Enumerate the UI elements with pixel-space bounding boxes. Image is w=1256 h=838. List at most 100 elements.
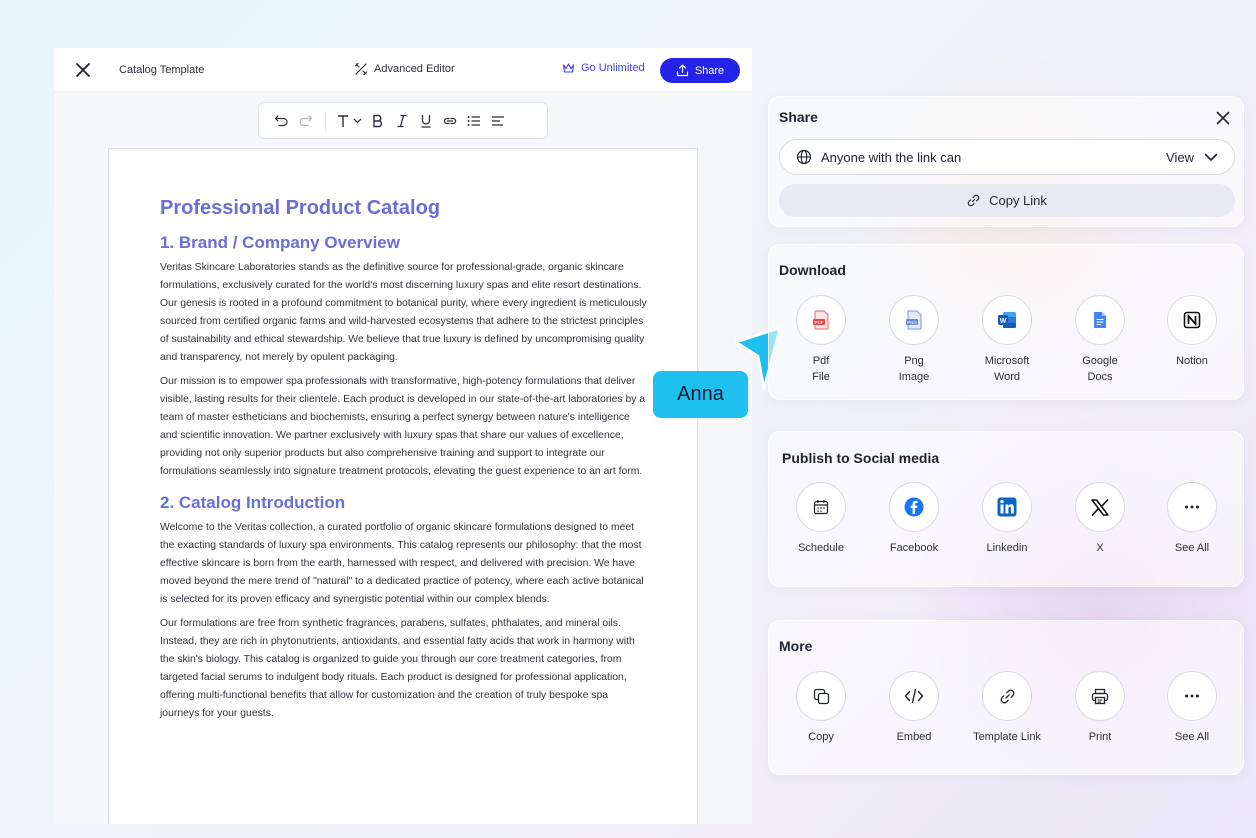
document-page[interactable]: Professional Product Catalog 1. Brand / … xyxy=(108,148,698,824)
embed-circle xyxy=(889,671,939,721)
undo-icon xyxy=(274,115,288,127)
text-style-dropdown[interactable] xyxy=(334,109,366,133)
more-panel-title: More xyxy=(779,638,813,654)
print-button[interactable]: Print xyxy=(1055,671,1145,745)
toolbar-divider xyxy=(325,110,326,131)
link-icon xyxy=(967,194,980,207)
italic-button[interactable] xyxy=(390,109,414,133)
social-panel-title: Publish to Social media xyxy=(782,450,940,466)
formatting-toolbar xyxy=(258,102,548,139)
download-options: PDF Pdf File PNG Png Image W Microsoft Word… xyxy=(769,295,1243,395)
upload-icon xyxy=(676,64,688,77)
linkedin-circle xyxy=(982,482,1032,532)
link-icon xyxy=(1000,689,1014,703)
download-word-circle: W xyxy=(982,295,1032,345)
x-icon xyxy=(1091,498,1109,516)
bullet-list-button[interactable] xyxy=(462,109,486,133)
bold-button[interactable] xyxy=(366,109,390,133)
permission-value: View xyxy=(1166,149,1194,165)
linkedin-button[interactable]: Linkedin xyxy=(962,482,1052,556)
download-google-docs-label: Google Docs xyxy=(1082,355,1118,383)
x-button[interactable]: X xyxy=(1055,482,1145,556)
download-pdf-label: Pdf File xyxy=(812,355,830,383)
print-circle xyxy=(1075,671,1125,721)
underline-button[interactable] xyxy=(414,109,438,133)
undo-button[interactable] xyxy=(269,109,293,133)
more-icon xyxy=(1185,505,1199,509)
copy-link-button[interactable]: Copy Link xyxy=(779,184,1235,217)
embed-icon xyxy=(904,688,924,704)
download-png-label: Png Image xyxy=(898,355,930,383)
more-see-all-label: See All xyxy=(1174,731,1210,743)
download-pdf-circle: PDF xyxy=(796,295,846,345)
download-word-button[interactable]: W Microsoft Word xyxy=(962,295,1052,385)
chevron-down-icon xyxy=(1204,153,1218,161)
redo-button[interactable] xyxy=(293,109,317,133)
share-button[interactable]: Share xyxy=(660,58,740,83)
editor-window: Catalog Template Advanced Editor Go Unli… xyxy=(54,48,752,824)
facebook-label: Facebook xyxy=(889,542,939,554)
x-label: X xyxy=(1096,542,1104,554)
go-unlimited-button[interactable]: Go Unlimited xyxy=(562,62,645,74)
paragraph: Our mission is to empower spa profession… xyxy=(160,376,646,477)
social-options: Schedule Facebook Linkedin X See All xyxy=(769,482,1243,582)
social-see-all-button[interactable]: See All xyxy=(1147,482,1237,556)
bullet-list-icon xyxy=(467,115,480,126)
facebook-button[interactable]: Facebook xyxy=(869,482,959,556)
download-notion-button[interactable]: Notion xyxy=(1147,295,1237,369)
calendar-icon xyxy=(813,500,829,515)
paragraph: Welcome to the Veritas collection, a cur… xyxy=(160,522,644,605)
align-button[interactable] xyxy=(486,109,510,133)
close-icon[interactable] xyxy=(74,61,92,79)
share-button-label: Share xyxy=(694,64,725,77)
close-icon[interactable] xyxy=(1215,110,1231,126)
facebook-icon xyxy=(904,497,924,517)
svg-text:W: W xyxy=(1000,318,1007,325)
link-button[interactable] xyxy=(438,109,462,133)
section-heading: 2. Catalog Introduction xyxy=(160,493,346,512)
copy-label: Copy xyxy=(808,731,834,743)
more-icon xyxy=(1185,694,1199,698)
template-link-button[interactable]: Template Link xyxy=(962,671,1052,745)
social-panel: Publish to Social media Schedule Faceboo… xyxy=(768,431,1244,587)
download-notion-circle xyxy=(1167,295,1217,345)
document-title: Catalog Template xyxy=(119,64,205,76)
google-docs-icon xyxy=(1094,312,1106,328)
tools-icon xyxy=(354,62,368,76)
italic-icon xyxy=(397,114,407,127)
download-google-docs-button[interactable]: Google Docs xyxy=(1055,295,1145,385)
align-left-icon xyxy=(492,115,504,126)
template-link-circle xyxy=(982,671,1032,721)
download-panel: Download PDF Pdf File PNG Png Image W Micr… xyxy=(768,244,1244,400)
section-heading: 1. Brand / Company Overview xyxy=(160,233,400,252)
copy-circle xyxy=(796,671,846,721)
word-icon: W xyxy=(998,312,1016,328)
download-notion-label: Notion xyxy=(1176,355,1208,367)
schedule-button[interactable]: Schedule xyxy=(776,482,866,556)
printer-icon xyxy=(1091,688,1109,704)
advanced-editor-button[interactable]: Advanced Editor xyxy=(354,62,455,76)
share-panel: Share Anyone with the link can View Copy… xyxy=(768,96,1244,227)
pdf-icon: PDF xyxy=(813,310,829,330)
download-google-docs-circle xyxy=(1075,295,1125,345)
embed-button[interactable]: Embed xyxy=(869,671,959,745)
download-pdf-button[interactable]: PDF Pdf File xyxy=(776,295,866,385)
go-unlimited-label: Go Unlimited xyxy=(581,62,645,74)
more-see-all-button[interactable]: See All xyxy=(1147,671,1237,745)
link-icon xyxy=(443,117,457,124)
editor-topbar: Catalog Template Advanced Editor Go Unli… xyxy=(54,48,752,92)
svg-text:PDF: PDF xyxy=(815,320,824,325)
bold-icon xyxy=(373,114,382,127)
paragraph: Our formulations are free from synthetic… xyxy=(160,618,635,719)
link-access-dropdown[interactable]: Anyone with the link can View xyxy=(779,139,1235,175)
globe-icon xyxy=(796,149,812,165)
download-panel-title: Download xyxy=(779,262,846,278)
template-link-label: Template Link xyxy=(973,731,1041,743)
linkedin-icon xyxy=(997,497,1017,517)
more-options: Copy Embed Template Link Print See All xyxy=(769,671,1243,771)
download-png-circle: PNG xyxy=(889,295,939,345)
download-png-button[interactable]: PNG Png Image xyxy=(869,295,959,385)
embed-label: Embed xyxy=(896,731,932,743)
copy-button[interactable]: Copy xyxy=(776,671,866,745)
document-title-heading: Professional Product Catalog xyxy=(160,197,441,219)
